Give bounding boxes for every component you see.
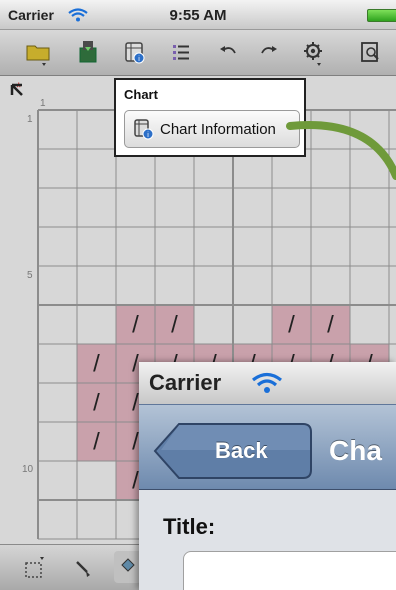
back-button-label: Back [215,438,268,463]
overlay-status-bar: Carrier [139,362,396,404]
title-input[interactable] [183,551,396,590]
overlay-nav-title: Cha [329,435,382,466]
title-field-label: Title: [163,514,216,539]
wifi-icon [251,372,283,399]
overlay-navigation-bar: Back Cha [139,404,396,490]
overlay-carrier-label: Carrier [149,370,222,395]
back-button[interactable]: Back [153,422,313,480]
overlay-form: Title: [139,490,396,590]
chart-information-screen: Carrier Back Cha Title: [139,362,396,590]
